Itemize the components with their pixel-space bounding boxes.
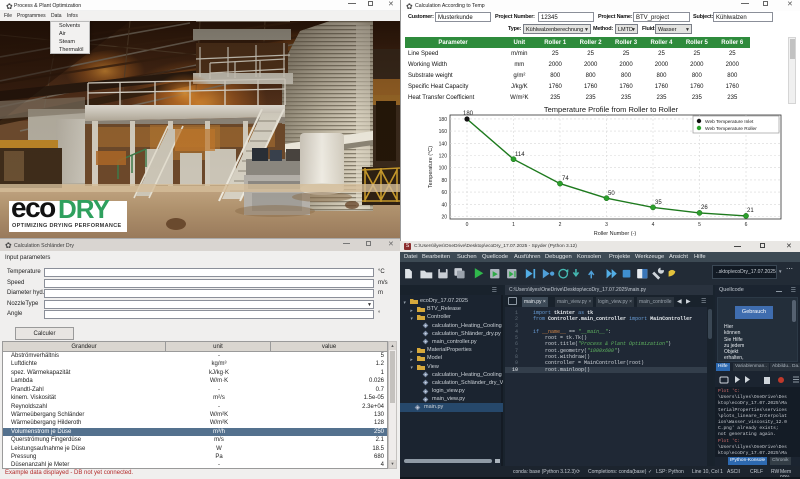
- svg-text:120: 120: [439, 154, 448, 160]
- svg-text:74: 74: [562, 176, 569, 182]
- svg-text:Web Temperature Inlet: Web Temperature Inlet: [705, 119, 754, 125]
- svg-text:35: 35: [655, 200, 662, 206]
- svg-text:140: 140: [439, 141, 448, 147]
- svg-text:180: 180: [463, 111, 474, 117]
- svg-text:80: 80: [441, 178, 447, 184]
- svg-text:180: 180: [439, 117, 448, 123]
- svg-text:40: 40: [441, 202, 447, 208]
- svg-text:Web Temperature Roller: Web Temperature Roller: [705, 126, 757, 132]
- svg-text:Temperature (°C): Temperature (°C): [428, 146, 434, 188]
- svg-text:Roller Number (-): Roller Number (-): [594, 231, 637, 237]
- svg-text:20: 20: [441, 215, 447, 221]
- svg-text:60: 60: [441, 190, 447, 196]
- svg-text:0: 0: [466, 222, 469, 228]
- svg-text:21: 21: [747, 208, 754, 214]
- svg-text:2: 2: [559, 222, 562, 228]
- svg-text:3: 3: [605, 222, 608, 228]
- svg-text:4: 4: [652, 222, 655, 228]
- svg-text:5: 5: [698, 222, 701, 228]
- svg-text:6: 6: [745, 222, 748, 228]
- svg-text:Temperature Profile from Rolle: Temperature Profile from Roller to Rolle…: [544, 105, 679, 114]
- svg-text:160: 160: [439, 129, 448, 135]
- svg-text:1: 1: [512, 222, 515, 228]
- svg-text:114: 114: [515, 152, 525, 158]
- svg-text:100: 100: [439, 166, 448, 172]
- svg-text:26: 26: [701, 205, 708, 211]
- svg-text:50: 50: [608, 191, 615, 197]
